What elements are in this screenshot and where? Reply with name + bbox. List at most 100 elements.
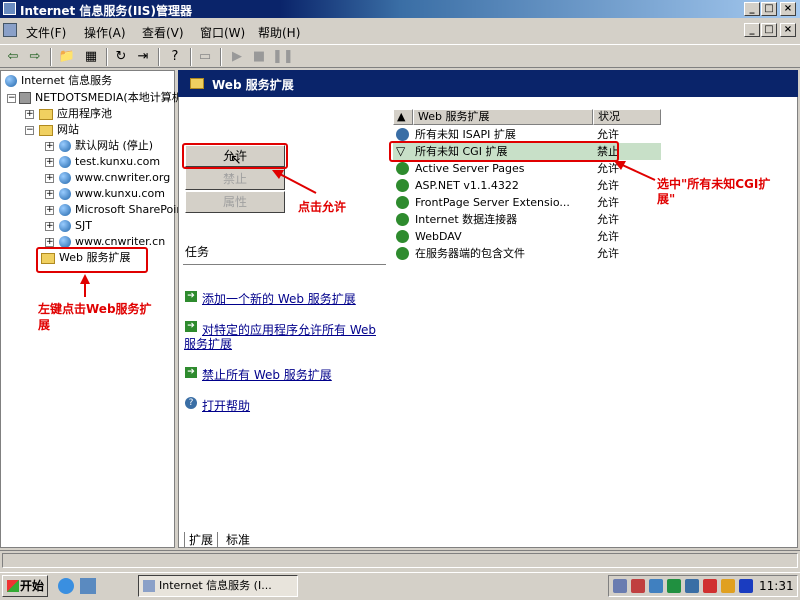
tree-site-item[interactable]: SJT [59, 219, 92, 233]
tree-site-item[interactable]: 默认网站 (停止) [59, 139, 153, 153]
menu-window[interactable]: 窗口(W) [200, 24, 245, 41]
tree-app-pools[interactable]: 应用程序池 [39, 107, 112, 121]
play-icon[interactable]: ▶ [228, 48, 246, 66]
list-item-status: 允许 [597, 230, 619, 243]
properties-button[interactable]: 属性 [185, 191, 285, 213]
details-header: Web 服务扩展 [178, 70, 798, 97]
task-open-help[interactable]: 打开帮助 [202, 397, 250, 414]
tab-extended[interactable]: 扩展 [184, 532, 219, 548]
tab-standard[interactable]: 标准 [222, 532, 254, 548]
system-tray: 11:31 [608, 575, 798, 597]
expand-app-pools-toggle[interactable]: + [25, 110, 34, 119]
tree-site-label: Microsoft SharePoint [75, 203, 188, 216]
expand-site-toggle[interactable]: + [45, 222, 54, 231]
expand-site-toggle[interactable]: + [45, 206, 54, 215]
taskbar-item-iis[interactable]: Internet 信息服务 (I... [138, 575, 298, 597]
deny-button[interactable]: 禁止 [185, 168, 285, 190]
forward-icon[interactable]: ⇨ [26, 48, 44, 66]
collapse-server-toggle[interactable]: − [7, 94, 16, 103]
expand-site-toggle[interactable]: + [45, 142, 54, 151]
up-folder-icon[interactable]: 📁 [58, 48, 76, 66]
column-header-status[interactable]: 状况 [593, 109, 661, 125]
pause-icon[interactable]: ❚❚ [272, 48, 294, 66]
folder-icon [190, 78, 204, 89]
expand-site-toggle[interactable]: + [45, 158, 54, 167]
iis-icon [5, 75, 17, 87]
list-item-status: 允许 [597, 247, 619, 260]
annotation-select-cgi-line2: 展" [657, 192, 676, 206]
expand-site-toggle[interactable]: + [45, 174, 54, 183]
minimize-button[interactable]: _ [744, 2, 760, 16]
list-item[interactable]: WebDAV 允许 [393, 228, 661, 245]
list-item[interactable]: 在服务器端的包含文件 允许 [393, 245, 661, 262]
collapse-sites-toggle[interactable]: − [25, 126, 34, 135]
show-tree-icon[interactable]: ▦ [82, 48, 100, 66]
folder-icon [39, 108, 53, 120]
tray-icon[interactable] [667, 579, 681, 593]
child-minimize-button[interactable]: _ [744, 23, 760, 37]
stop-icon[interactable]: ■ [250, 48, 268, 66]
title-bar[interactable]: Internet 信息服务(IIS)管理器 _ □ × [0, 0, 800, 18]
toolbar-separator [106, 48, 108, 66]
list-item[interactable]: Internet 数据连接器 允许 [393, 211, 661, 228]
list-item-name: Active Server Pages [415, 162, 525, 175]
list-item[interactable]: Active Server Pages 允许 [393, 160, 661, 177]
computer-icon[interactable]: ▭ [196, 48, 214, 66]
column-sort-arrow[interactable]: ▲ [393, 109, 413, 125]
tray-icon[interactable] [649, 579, 663, 593]
child-restore-button[interactable]: □ [761, 23, 777, 37]
back-icon[interactable]: ⇦ [4, 48, 22, 66]
column-header-name[interactable]: Web 服务扩展 [413, 109, 593, 125]
tree-site-item[interactable]: Microsoft SharePoint [59, 203, 188, 217]
highlight-cgi-row [389, 141, 619, 162]
child-close-button[interactable]: × [780, 23, 796, 37]
tray-icon[interactable] [613, 579, 627, 593]
tray-icon[interactable] [631, 579, 645, 593]
tree-app-pools-label: 应用程序池 [57, 107, 112, 120]
globe-gear-icon [396, 162, 409, 175]
menu-action[interactable]: 操作(A) [84, 24, 126, 41]
menu-view[interactable]: 查看(V) [142, 24, 184, 41]
list-item-name: ASP.NET v1.1.4322 [415, 179, 519, 192]
globe-icon [59, 220, 71, 232]
tray-icon[interactable] [703, 579, 717, 593]
maximize-button[interactable]: □ [761, 2, 777, 16]
tray-icon[interactable] [721, 579, 735, 593]
clock: 11:31 [759, 579, 794, 593]
details-header-title: Web 服务扩展 [212, 78, 294, 92]
quicklaunch-icon[interactable] [80, 578, 96, 594]
globe-gear-icon [396, 179, 409, 192]
expand-site-toggle[interactable]: + [45, 190, 54, 199]
allow-arrow-icon: ➔ [185, 321, 197, 332]
folder-icon [39, 124, 53, 136]
ie-icon[interactable] [58, 578, 74, 594]
refresh-icon[interactable]: ↻ [112, 48, 130, 66]
expand-site-toggle[interactable]: + [45, 238, 54, 247]
menu-file[interactable]: 文件(F) [26, 24, 66, 41]
server-icon [19, 92, 31, 104]
windows-logo-icon [7, 580, 19, 592]
toolbar-separator [190, 48, 192, 66]
start-button[interactable]: 开始 [2, 575, 48, 597]
help-icon[interactable]: ? [166, 48, 184, 66]
tree-root[interactable]: Internet 信息服务 [5, 74, 112, 88]
tree-site-item[interactable]: test.kunxu.com [59, 155, 160, 169]
tree-root-label: Internet 信息服务 [21, 74, 113, 87]
task-allow-all-for-app-line2[interactable]: 服务扩展 [184, 335, 232, 352]
tray-icon[interactable] [685, 579, 699, 593]
tray-icon[interactable] [739, 579, 753, 593]
task-deny-all[interactable]: 禁止所有 Web 服务扩展 [202, 366, 332, 383]
task-add-extension[interactable]: 添加一个新的 Web 服务扩展 [202, 290, 356, 307]
tree-site-item[interactable]: www.cnwriter.org [59, 171, 170, 185]
tree-sites[interactable]: 网站 [39, 123, 79, 137]
annotation-left-click-line2: 展 [38, 318, 51, 332]
menu-help[interactable]: 帮助(H) [258, 24, 300, 41]
export-icon[interactable]: ⇥ [134, 48, 152, 66]
tree-site-item[interactable]: www.kunxu.com [59, 187, 165, 201]
list-item[interactable]: ASP.NET v1.1.4322 允许 [393, 177, 661, 194]
toolbar-separator [158, 48, 160, 66]
toolbar-separator [220, 48, 222, 66]
list-item[interactable]: FrontPage Server Extensio... 允许 [393, 194, 661, 211]
tree-server[interactable]: NETDOTSMEDIA(本地计算机) [19, 91, 187, 105]
close-button[interactable]: × [780, 2, 796, 16]
